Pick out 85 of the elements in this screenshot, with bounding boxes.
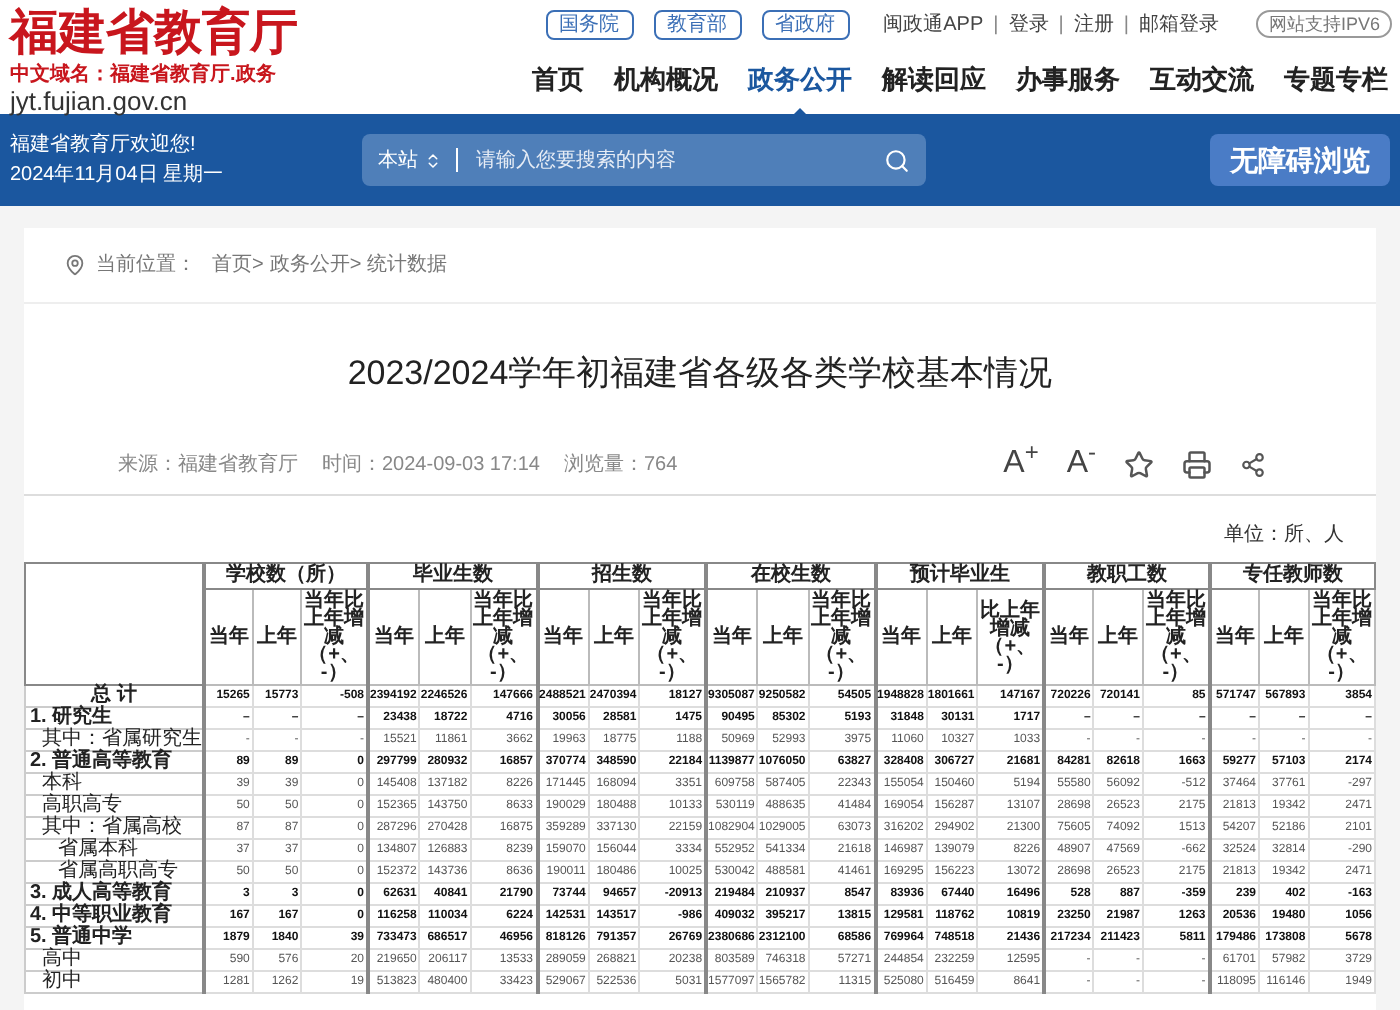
portal-link[interactable]: 教育部 [653,9,742,39]
breadcrumb-link[interactable]: 统计数据 [367,250,448,280]
row-label: 其中：省属研究生 [25,729,204,751]
article-meta: 来源：福建省教育厅 [118,451,298,479]
nav-item[interactable]: 解读回应 [882,62,986,98]
column-group-header: 学校数（所） [204,563,368,589]
breadcrumb-separator: > [349,252,362,280]
row-label: 省属本科 [25,839,204,861]
article-meta: 浏览量：764 [563,451,678,479]
portal-link[interactable]: 国务院 [545,9,634,39]
row-label: 3. 成人高等教育 [25,883,204,905]
row-label: 省属高职高专 [25,861,204,883]
row-label: 其中：省属高校 [25,817,204,839]
share-icon[interactable] [1240,451,1266,477]
header-link[interactable]: 登录 [1008,9,1049,39]
nav-item[interactable]: 机构概况 [614,62,718,98]
breadcrumb-link[interactable]: 政务公开 [269,250,350,280]
header-link[interactable]: 闽政通APP [883,9,984,39]
favorite-icon[interactable] [1124,449,1154,479]
column-header: 当年比上年增减（+、-） [808,589,876,685]
column-header: 当年比上年增减（+、-） [639,589,707,685]
nav-item[interactable]: 办事服务 [1016,62,1120,98]
unit-label: 单位：所、人 [1224,521,1344,550]
breadcrumb-label: 当前位置： [96,251,196,280]
row-label: 1. 研究生 [25,707,204,729]
column-header: 当年 [875,589,927,685]
column-header: 当年 [1044,589,1094,685]
column-header: 上年 [926,589,978,685]
nav-item[interactable]: 首页 [532,62,584,98]
welcome-text: 福建省教育厅欢迎您! [10,131,196,160]
column-header: 上年 [1093,589,1143,685]
row-label: 5. 普通中学 [25,927,204,949]
site-domain: jyt.fujian.gov.cn [10,88,188,116]
site-logo-title: 福建省教育厅 [10,4,298,60]
row-label: 4. 中等职业教育 [25,905,204,927]
column-group-header: 招生数 [537,563,707,589]
search-field[interactable]: 本站 请输入您要搜索的内容 [362,134,926,186]
link-separator: | [1058,11,1064,39]
nav-item[interactable]: 互动交流 [1150,62,1254,98]
column-group-header: 教职工数 [1044,563,1210,589]
column-group-header: 毕业生数 [368,563,538,589]
row-label: 2. 普通高等教育 [25,751,204,773]
article-title: 2023/2024学年初福建省各级各类学校基本情况 [345,352,1055,396]
ipv6-badge: 网站支持IPV6 [1256,10,1392,38]
article-meta: 时间：2024-09-03 17:14 [322,451,540,479]
column-group-header: 在校生数 [706,563,876,589]
search-scope[interactable]: 本站 [378,145,418,175]
dropdown-icon [424,151,442,169]
column-header: 当年 [537,589,589,685]
column-header: 上年 [588,589,640,685]
search-icon[interactable] [884,147,910,173]
row-label: 初中 [25,971,204,993]
row-label: 总 计 [25,685,204,707]
font-size-button[interactable]: A$^{-}$ [1066,446,1096,482]
column-header: 当年 [706,589,758,685]
accessibility-button[interactable]: 无障碍浏览 [1210,134,1390,186]
column-group-header: 专任教师数 [1209,563,1375,589]
column-header: 当年比上年增减（+、-） [1142,589,1210,685]
column-header: 当年 [1209,589,1260,685]
breadcrumb-link[interactable]: 首页 [212,250,252,280]
column-group-header: 预计毕业生 [875,563,1045,589]
print-icon[interactable] [1182,449,1212,479]
portal-link[interactable]: 省政府 [761,9,850,39]
column-header: 上年 [1259,589,1309,685]
column-header: 当年比上年增减（+、-） [301,589,368,685]
column-header: 当年比上年增减（+、-） [470,589,538,685]
header-link[interactable]: 注册 [1073,9,1114,39]
header-link[interactable]: 邮箱登录 [1138,9,1219,39]
row-label: 高中 [25,949,204,971]
site-domain-cn: 中文域名：福建省教育厅.政务 [10,64,276,88]
location-icon [64,254,86,276]
date-text: 2024年11月04日 星期一 [10,161,224,190]
column-header: 上年 [757,589,809,685]
column-header: 上年 [252,589,302,685]
column-header: 当年比上年增减（+、-） [1308,589,1375,685]
link-separator: | [1123,11,1129,39]
font-size-button[interactable]: A$^{+}$ [1003,446,1039,482]
column-header: 当年 [368,589,420,685]
nav-item[interactable]: 专题专栏 [1284,62,1388,98]
breadcrumb-separator: > [252,252,264,280]
row-label: 高职高专 [25,795,204,817]
link-separator: | [993,11,999,39]
column-header: 上年 [419,589,471,685]
column-header: 当年 [204,589,253,685]
row-label: 本科 [25,773,204,795]
